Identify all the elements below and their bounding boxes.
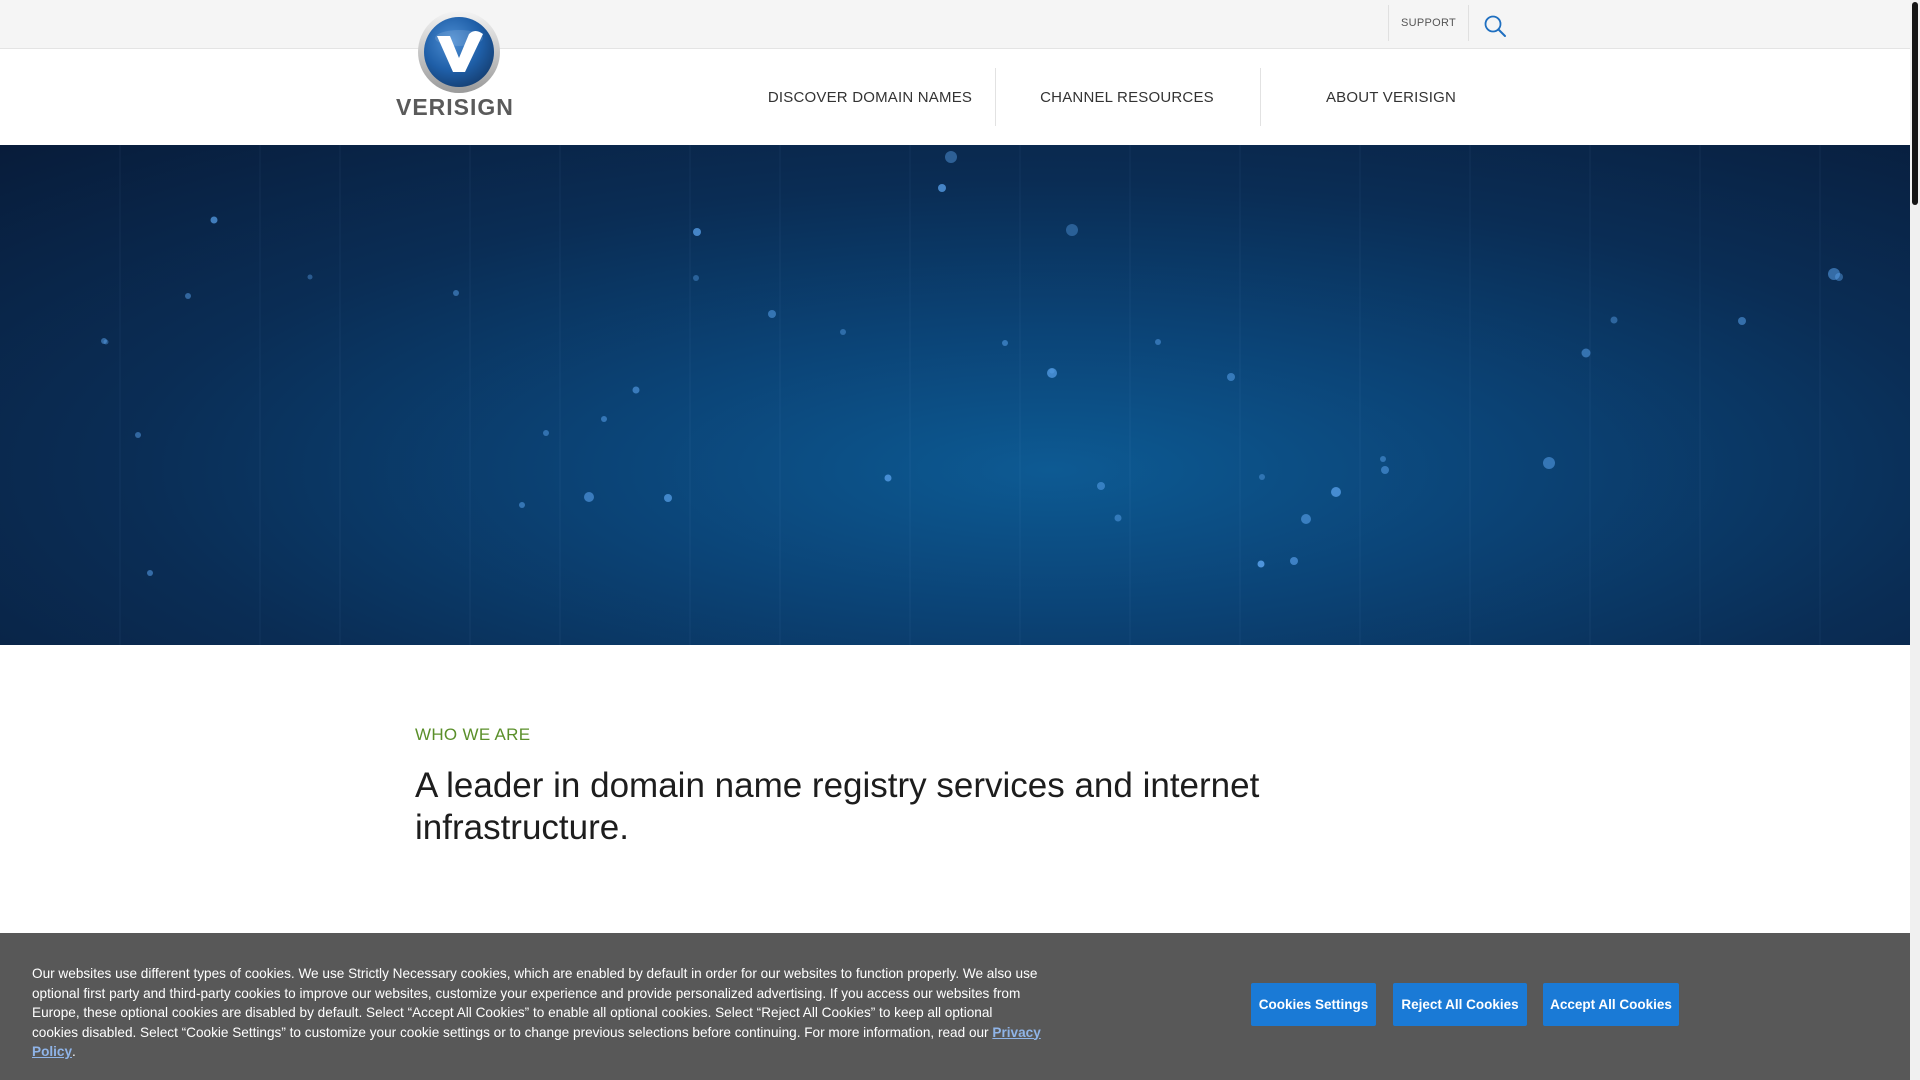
section-eyebrow: WHO WE ARE <box>415 725 531 744</box>
search-icon[interactable] <box>1481 12 1509 40</box>
verisign-v-icon <box>424 17 494 87</box>
page-scrollbar[interactable] <box>1910 0 1920 1080</box>
hero-banner <box>0 145 1910 645</box>
nav-channel-resources[interactable]: CHANNEL RESOURCES <box>1000 67 1254 127</box>
cookie-banner: Our websites use different types of cook… <box>0 933 1910 1080</box>
accept-all-cookies-button[interactable]: Accept All Cookies <box>1543 983 1679 1026</box>
section-headline: A leader in domain name registry service… <box>415 766 1260 847</box>
reject-all-cookies-button[interactable]: Reject All Cookies <box>1393 983 1527 1026</box>
page: SUPPORT VERISIGN DISCOVER DOMAIN NAMES C… <box>0 0 1920 1080</box>
nav-divider <box>1260 68 1261 126</box>
hero-background-graphic <box>101 145 1843 645</box>
verisign-logo[interactable]: VERISIGN <box>393 10 527 120</box>
scrollbar-thumb[interactable] <box>1912 2 1918 205</box>
cookie-description: Our websites use different types of cook… <box>32 966 1038 1040</box>
nav-about-verisign[interactable]: ABOUT VERISIGN <box>1262 67 1520 127</box>
cookie-text-end: . <box>72 1044 76 1059</box>
support-link[interactable]: SUPPORT <box>1388 5 1469 41</box>
nav-divider <box>995 68 996 126</box>
nav-discover-domain-names[interactable]: DISCOVER DOMAIN NAMES <box>740 67 1000 127</box>
cookies-settings-button[interactable]: Cookies Settings <box>1251 983 1376 1026</box>
cookie-banner-text: Our websites use different types of cook… <box>32 964 1042 1062</box>
utility-bar: SUPPORT <box>0 0 1910 49</box>
logo-wordmark: VERISIGN <box>396 94 514 120</box>
